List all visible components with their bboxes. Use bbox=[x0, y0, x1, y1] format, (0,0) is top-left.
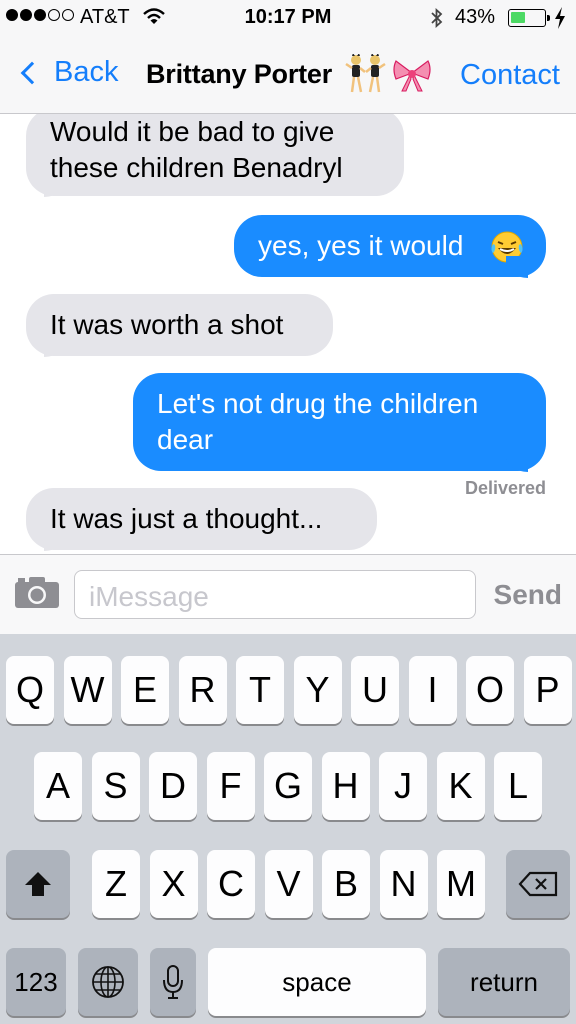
battery-percent: 43% bbox=[455, 6, 496, 28]
outgoing-message-bubble: yes, yes it would bbox=[234, 215, 546, 278]
send-button[interactable]: Send bbox=[494, 579, 562, 611]
key-l[interactable]: L bbox=[494, 752, 542, 820]
camera-icon[interactable] bbox=[14, 575, 60, 609]
top-bar: AT&T 10:17 PM 43% Back Brittany Porter C… bbox=[0, 0, 576, 114]
shift-arrow-icon bbox=[25, 872, 51, 896]
input-placeholder: iMessage bbox=[89, 581, 209, 612]
key-j[interactable]: J bbox=[379, 752, 427, 820]
delete-key[interactable] bbox=[506, 850, 570, 918]
space-key[interactable]: space bbox=[208, 948, 426, 1016]
message-thread: Would it be bad to give these children B… bbox=[0, 114, 576, 554]
imessage-input[interactable]: iMessage bbox=[74, 570, 476, 619]
key-r[interactable]: R bbox=[178, 656, 227, 724]
keyboard: Q W E R T Y U I O P A S D F G H J K L Z X C V B N M 123 space return bbox=[0, 634, 576, 1024]
return-key[interactable]: return bbox=[438, 948, 570, 1016]
key-c[interactable]: C bbox=[207, 850, 255, 918]
key-f[interactable]: F bbox=[206, 752, 255, 820]
status-bar: AT&T 10:17 PM 43% bbox=[0, 0, 576, 38]
globe-key[interactable] bbox=[78, 948, 138, 1016]
key-x[interactable]: X bbox=[149, 850, 198, 918]
outgoing-message-bubble: Let's not drug the children dear bbox=[133, 373, 546, 472]
bluetooth-icon bbox=[431, 7, 443, 29]
key-k[interactable]: K bbox=[436, 752, 485, 820]
message-text: Would it be bad to give these children B… bbox=[50, 116, 343, 183]
key-d[interactable]: D bbox=[149, 752, 197, 820]
message-text: Let's not drug the children dear bbox=[157, 388, 479, 455]
battery-level-fill bbox=[511, 12, 525, 23]
key-i[interactable]: I bbox=[408, 656, 457, 724]
delivered-status: Delivered bbox=[464, 478, 546, 498]
shift-key[interactable] bbox=[6, 850, 70, 918]
key-s[interactable]: S bbox=[91, 752, 140, 820]
chevron-left-icon bbox=[20, 61, 44, 84]
dancers-emoji-icon bbox=[345, 54, 386, 93]
key-w[interactable]: W bbox=[63, 656, 112, 724]
key-b[interactable]: B bbox=[322, 850, 370, 918]
charging-bolt-icon bbox=[555, 7, 565, 29]
key-t[interactable]: T bbox=[236, 656, 284, 724]
ribbon-bow-emoji-icon bbox=[393, 60, 431, 92]
back-button[interactable]: Back bbox=[14, 56, 118, 89]
key-q[interactable]: Q bbox=[6, 656, 54, 724]
numbers-key[interactable]: 123 bbox=[6, 948, 66, 1016]
key-v[interactable]: V bbox=[264, 850, 313, 918]
microphone-icon bbox=[163, 965, 183, 999]
key-g[interactable]: G bbox=[264, 752, 312, 820]
battery-nub bbox=[547, 15, 550, 21]
key-p[interactable]: P bbox=[523, 656, 572, 724]
incoming-message-bubble: Would it be bad to give these children B… bbox=[26, 114, 404, 197]
dictation-key[interactable] bbox=[150, 948, 196, 1016]
key-h[interactable]: H bbox=[321, 752, 370, 820]
navigation-bar: Back Brittany Porter Contact bbox=[0, 40, 576, 112]
back-button-label: Back bbox=[54, 56, 119, 88]
message-composer: iMessage Send bbox=[0, 554, 576, 634]
contact-button[interactable]: Contact bbox=[460, 59, 560, 92]
key-m[interactable]: M bbox=[437, 850, 485, 918]
message-text: It was just a thought... bbox=[50, 503, 323, 534]
key-z[interactable]: Z bbox=[92, 850, 140, 918]
globe-icon bbox=[92, 966, 124, 998]
conversation-title: Brittany Porter bbox=[146, 59, 333, 89]
key-o[interactable]: O bbox=[466, 656, 514, 724]
message-text: It was worth a shot bbox=[50, 309, 284, 340]
key-u[interactable]: U bbox=[351, 656, 399, 724]
battery-icon bbox=[508, 9, 550, 27]
key-y[interactable]: Y bbox=[293, 656, 342, 724]
incoming-message-bubble: It was just a thought... bbox=[26, 488, 377, 551]
key-e[interactable]: E bbox=[121, 656, 169, 724]
key-a[interactable]: A bbox=[34, 752, 82, 820]
backspace-icon bbox=[518, 871, 558, 897]
key-n[interactable]: N bbox=[379, 850, 428, 918]
incoming-message-bubble: It was worth a shot bbox=[26, 294, 333, 357]
message-text: yes, yes it would bbox=[258, 230, 464, 261]
